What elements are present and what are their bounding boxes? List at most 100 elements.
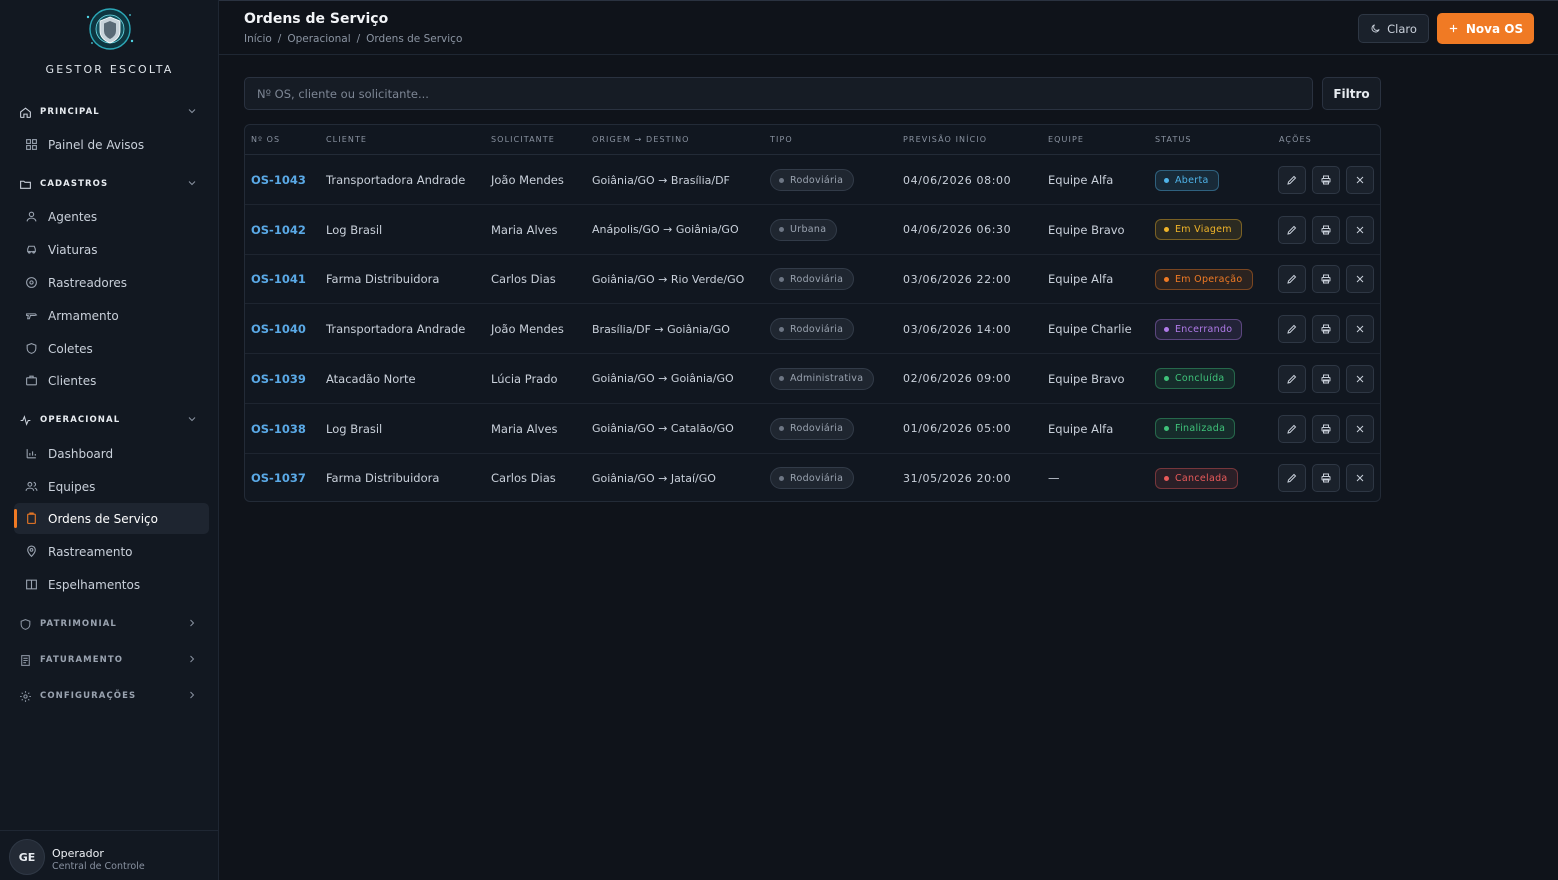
cancel-button[interactable]	[1346, 315, 1374, 344]
print-button[interactable]	[1312, 265, 1340, 294]
col-rota[interactable]: ORIGEM → DESTINO	[592, 135, 690, 144]
user-name: Operador	[52, 847, 104, 860]
col-equipe[interactable]: EQUIPE	[1048, 135, 1084, 144]
sidebar-item-rastreamento[interactable]: Rastreamento	[14, 536, 209, 567]
sidebar-item-equipes[interactable]: Equipes	[14, 471, 209, 502]
close-icon	[1356, 474, 1364, 482]
sidebar-item-label: Viaturas	[48, 242, 98, 257]
section-principal[interactable]: PRINCIPAL	[18, 103, 198, 121]
sidebar-item-dashboard[interactable]: Dashboard	[14, 438, 209, 469]
cancel-button[interactable]	[1346, 414, 1374, 443]
col-tipo[interactable]: TIPO	[770, 135, 793, 144]
cancel-button[interactable]	[1346, 364, 1374, 393]
edit-button[interactable]	[1278, 364, 1306, 393]
sidebar-item-label: Painel de Avisos	[48, 137, 145, 152]
os-number-link[interactable]: OS-1038	[251, 404, 306, 454]
cancel-button[interactable]	[1346, 265, 1374, 294]
cancel-button[interactable]	[1346, 166, 1374, 194]
map-pin-icon	[24, 545, 38, 559]
sidebar-item-coletes[interactable]: Coletes	[14, 333, 209, 364]
edit-button[interactable]	[1278, 166, 1306, 194]
table-row[interactable]: OS-1038 Log Brasil Maria Alves Goiânia/GO →…	[245, 404, 1380, 454]
sidebar-item-clientes[interactable]: Clientes	[14, 365, 209, 396]
section-label: PRINCIPAL	[40, 107, 100, 117]
print-button[interactable]	[1312, 464, 1340, 493]
sidebar-item-espelhamentos[interactable]: Espelhamentos	[14, 569, 209, 600]
user-panel[interactable]: GE Operador Central de Controle	[0, 830, 219, 880]
os-number-link[interactable]: OS-1043	[251, 155, 306, 205]
edit-button[interactable]	[1278, 215, 1306, 244]
filter-button[interactable]: Filtro	[1322, 77, 1381, 110]
print-button[interactable]	[1312, 414, 1340, 443]
col-cliente[interactable]: CLIENTE	[326, 135, 367, 144]
table-row[interactable]: OS-1039 Atacadão Norte Lúcia Prado Goiânia/…	[245, 354, 1380, 404]
col-solicitante[interactable]: SOLICITANTE	[491, 135, 555, 144]
print-button[interactable]	[1312, 166, 1340, 194]
status-badge: Aberta	[1155, 169, 1219, 191]
new-os-label: Nova OS	[1465, 21, 1524, 36]
print-button[interactable]	[1312, 364, 1340, 393]
user-role: Central de Controle	[52, 861, 145, 872]
sidebar-item-rastreadores[interactable]: Rastreadores	[14, 267, 209, 298]
table-row[interactable]: OS-1043 Transportadora Andrade João Mendes…	[245, 155, 1380, 205]
status-cell: Cancelada	[1155, 453, 1238, 501]
print-button[interactable]	[1312, 315, 1340, 344]
tipo-label: Rodoviária	[790, 174, 844, 186]
section-cadastros[interactable]: CADASTROS	[18, 175, 198, 193]
breadcrumb-operacional[interactable]: Operacional	[287, 33, 350, 45]
sidebar-item-agentes[interactable]: Agentes	[14, 201, 209, 232]
edit-button[interactable]	[1278, 414, 1306, 443]
status-label: Cancelada	[1175, 472, 1228, 484]
cliente-cell: Log Brasil	[326, 222, 383, 237]
brand-name: GESTOR ESCOLTA	[45, 63, 174, 76]
file-icon	[18, 653, 32, 667]
table-row[interactable]: OS-1041 Farma Distribuidora Carlos Dias Goi…	[245, 254, 1380, 305]
col-os[interactable]: Nº OS	[251, 135, 280, 144]
solicitante-cell: João Mendes	[491, 322, 564, 337]
os-number-link[interactable]: OS-1041	[251, 254, 306, 304]
section-configuracoes[interactable]: CONFIGURAÇÕES	[18, 687, 198, 705]
sidebar-item-ordens-de-servico[interactable]: Ordens de Serviço	[14, 503, 209, 534]
tipo-cell: Rodoviária	[770, 304, 855, 354]
sidebar-item-armamento[interactable]: Armamento	[14, 300, 209, 331]
col-status[interactable]: STATUS	[1155, 135, 1192, 144]
new-os-button[interactable]: Nova OS	[1437, 13, 1534, 44]
status-label: Em Operação	[1175, 273, 1243, 285]
os-number-link[interactable]: OS-1042	[251, 205, 306, 255]
tipo-dot	[779, 326, 784, 332]
cancel-button[interactable]	[1346, 464, 1374, 493]
gear-icon	[18, 689, 32, 703]
tipo-cell: Urbana	[770, 205, 838, 255]
bar-chart-icon	[24, 447, 38, 461]
col-previsao[interactable]: PREVISÃO INÍCIO	[903, 135, 987, 144]
edit-button[interactable]	[1278, 265, 1306, 294]
weapon-icon	[24, 309, 38, 323]
os-number-link[interactable]: OS-1039	[251, 354, 306, 404]
os-number-link[interactable]: OS-1040	[251, 304, 306, 354]
breadcrumb-inicio[interactable]: Início	[244, 33, 272, 45]
section-operacional[interactable]: OPERACIONAL	[18, 411, 198, 429]
print-button[interactable]	[1312, 215, 1340, 244]
cancel-button[interactable]	[1346, 215, 1374, 244]
grid-icon	[24, 138, 38, 152]
equipe-cell: —	[1048, 471, 1060, 486]
table-row[interactable]: OS-1040 Transportadora Andrade João Mendes…	[245, 304, 1380, 355]
os-number-link[interactable]: OS-1037	[251, 453, 306, 501]
table-row[interactable]: OS-1037 Farma Distribuidora Carlos Dias Goi…	[245, 453, 1380, 501]
search-input[interactable]	[244, 77, 1313, 110]
section-faturamento[interactable]: FATURAMENTO	[18, 651, 198, 669]
theme-toggle-button[interactable]: Claro	[1358, 14, 1429, 43]
previsao-cell: 02/06/2026 09:00	[903, 372, 1012, 386]
section-patrimonial[interactable]: PATRIMONIAL	[18, 615, 198, 633]
status-badge: Concluída	[1155, 368, 1235, 390]
sidebar-item-label: Ordens de Serviço	[48, 511, 158, 526]
sidebar-item-label: Rastreadores	[48, 275, 128, 290]
table-row[interactable]: OS-1042 Log Brasil Maria Alves Anápolis/GO …	[245, 205, 1380, 255]
sidebar-item-viaturas[interactable]: Viaturas	[14, 234, 209, 265]
edit-button[interactable]	[1278, 464, 1306, 493]
sidebar-item-painel-de-avisos[interactable]: Painel de Avisos	[14, 129, 209, 160]
edit-button[interactable]	[1278, 315, 1306, 344]
pencil-icon	[1287, 225, 1297, 235]
printer-icon	[1321, 473, 1331, 483]
close-icon	[1356, 375, 1364, 383]
